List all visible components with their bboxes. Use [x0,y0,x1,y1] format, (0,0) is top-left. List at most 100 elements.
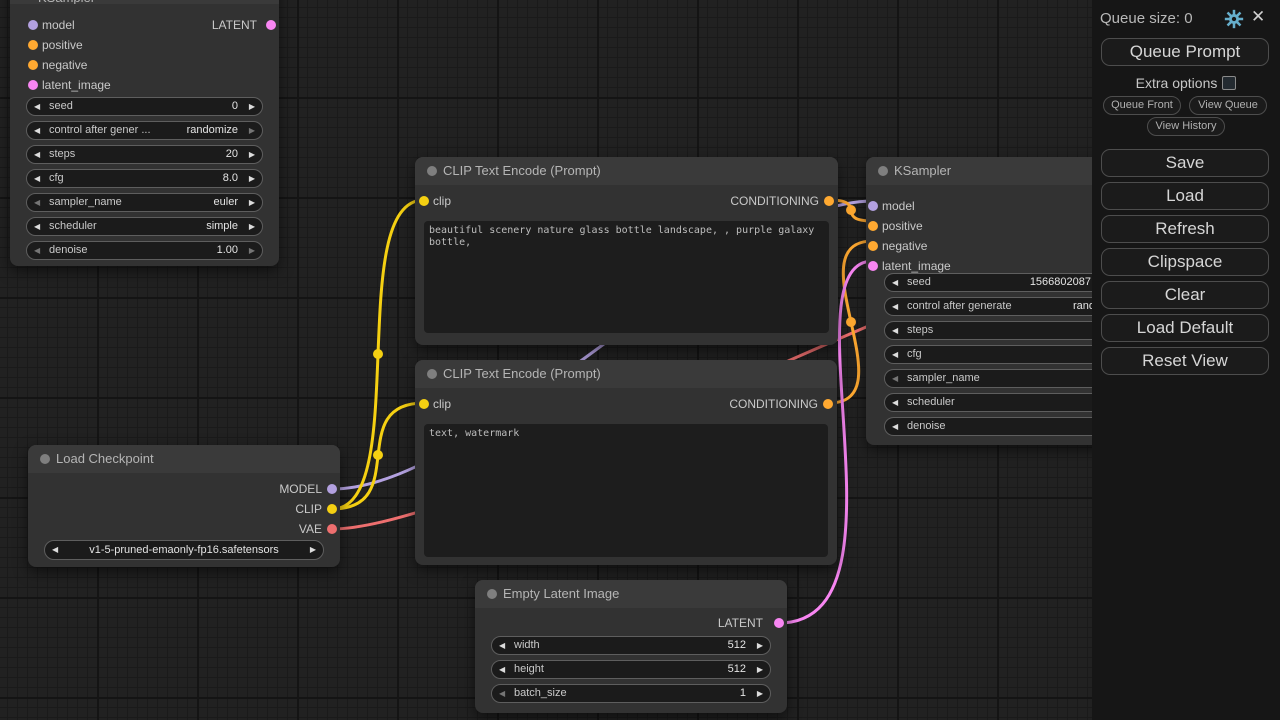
port-dot[interactable] [327,504,337,514]
load-button[interactable]: Load [1101,182,1269,210]
increment-arrow-icon[interactable]: ▶ [249,98,255,115]
widget-label: sampler_name [907,370,980,387]
widget-value: randomize [187,122,238,139]
widget-label: denoise [49,242,88,259]
widget-steps[interactable]: ◀ steps 20 ▶ [26,145,263,164]
port-dot[interactable] [824,196,834,206]
decrement-arrow-icon[interactable]: ◀ [892,346,898,363]
increment-arrow-icon[interactable]: ▶ [757,637,763,654]
next-arrow-icon[interactable]: ▶ [310,541,316,559]
increment-arrow-icon[interactable]: ▶ [249,242,255,259]
node-titlebar[interactable]: Empty Latent Image [475,580,787,608]
decrement-arrow-icon[interactable]: ◀ [34,170,40,187]
queue-prompt-button[interactable]: Queue Prompt [1101,38,1269,66]
widget-label: denoise [907,418,946,435]
decrement-arrow-icon[interactable]: ◀ [34,98,40,115]
port-dot[interactable] [868,221,878,231]
view-history-button[interactable]: View History [1147,117,1225,136]
link-midpoint-dot [846,317,856,327]
collapse-dot-icon[interactable] [878,166,888,176]
widget-label: steps [49,146,75,163]
port-dot[interactable] [266,20,276,30]
decrement-arrow-icon[interactable]: ◀ [34,122,40,139]
widget-denoise[interactable]: ◀ denoise 1.00 ▶ [26,241,263,260]
port-dot[interactable] [28,60,38,70]
link-midpoint-dot [373,349,383,359]
port-dot[interactable] [868,261,878,271]
node-titlebar[interactable]: CLIP Text Encode (Prompt) [415,360,837,388]
widget-height[interactable]: ◀ height 512 ▶ [491,660,771,679]
decrement-arrow-icon[interactable]: ◀ [892,370,898,387]
widget-ckpt-name[interactable]: ◀ v1-5-pruned-emaonly-fp16.safetensors ▶ [44,540,324,560]
save-button[interactable]: Save [1101,149,1269,177]
node-titlebar[interactable]: KSampler [10,0,279,4]
settings-gear-icon[interactable] [1224,9,1244,29]
reset-view-button[interactable]: Reset View [1101,347,1269,375]
port-dot[interactable] [327,524,337,534]
port-dot[interactable] [28,40,38,50]
port-dot[interactable] [28,80,38,90]
widget-control-after-generate[interactable]: ◀ control after gener ... randomize ▶ [26,121,263,140]
widget-value: 8.0 [223,170,238,187]
widget-value: 512 [728,661,746,678]
decrement-arrow-icon[interactable]: ◀ [892,394,898,411]
widget-label: control after gener ... [49,122,151,139]
clipspace-button[interactable]: Clipspace [1101,248,1269,276]
decrement-arrow-icon[interactable]: ◀ [34,242,40,259]
output-port-latent: LATENT [475,613,763,633]
collapse-dot-icon[interactable] [487,589,497,599]
increment-arrow-icon[interactable]: ▶ [249,218,255,235]
collapse-dot-icon[interactable] [40,454,50,464]
decrement-arrow-icon[interactable]: ◀ [892,322,898,339]
port-dot[interactable] [327,484,337,494]
increment-arrow-icon[interactable]: ▶ [757,685,763,702]
increment-arrow-icon[interactable]: ▶ [757,661,763,678]
view-queue-button[interactable]: View Queue [1189,96,1267,115]
output-port-conditioning: CONDITIONING [415,394,818,414]
node-graph-canvas[interactable]: KSampler model LATENT positive negative … [0,0,1280,720]
decrement-arrow-icon[interactable]: ◀ [499,637,505,654]
increment-arrow-icon[interactable]: ▶ [249,170,255,187]
prompt-textarea[interactable]: beautiful scenery nature glass bottle la… [424,221,829,333]
widget-label: scheduler [907,394,955,411]
increment-arrow-icon[interactable]: ▶ [249,146,255,163]
decrement-arrow-icon[interactable]: ◀ [34,218,40,235]
queue-front-button[interactable]: Queue Front [1103,96,1181,115]
port-dot[interactable] [774,618,784,628]
input-port-model: model [866,196,1086,216]
prompt-textarea[interactable]: text, watermark [424,424,828,557]
widget-value: 0 [232,98,238,115]
output-port-conditioning: CONDITIONING [415,191,819,211]
port-dot[interactable] [868,201,878,211]
widget-batch-size[interactable]: ◀ batch_size 1 ▶ [491,684,771,703]
close-icon[interactable]: ✕ [1251,7,1265,27]
widget-sampler-name[interactable]: ◀ sampler_name euler ▶ [26,193,263,212]
port-label: LATENT [212,18,257,32]
port-label: positive [42,38,83,52]
port-label: negative [882,239,927,253]
widget-width[interactable]: ◀ width 512 ▶ [491,636,771,655]
decrement-arrow-icon[interactable]: ◀ [34,146,40,163]
extra-options-checkbox[interactable] [1222,76,1236,90]
widget-cfg[interactable]: ◀ cfg 8.0 ▶ [26,169,263,188]
decrement-arrow-icon[interactable]: ◀ [892,418,898,435]
port-dot[interactable] [823,399,833,409]
collapse-dot-icon[interactable] [427,369,437,379]
clear-button[interactable]: Clear [1101,281,1269,309]
increment-arrow-icon[interactable]: ▶ [249,122,255,139]
decrement-arrow-icon[interactable]: ◀ [34,194,40,211]
widget-scheduler[interactable]: ◀ scheduler simple ▶ [26,217,263,236]
load-default-button[interactable]: Load Default [1101,314,1269,342]
collapse-dot-icon[interactable] [427,166,437,176]
decrement-arrow-icon[interactable]: ◀ [499,661,505,678]
comfy-menu-panel: Queue size: 0 ✕ Queue Prompt Extra optio… [1092,0,1280,720]
widget-value: simple [206,218,238,235]
port-dot[interactable] [868,241,878,251]
node-titlebar[interactable]: Load Checkpoint [28,445,340,473]
increment-arrow-icon[interactable]: ▶ [249,194,255,211]
widget-seed[interactable]: ◀ seed 0 ▶ [26,97,263,116]
decrement-arrow-icon[interactable]: ◀ [499,685,505,702]
refresh-button[interactable]: Refresh [1101,215,1269,243]
node-titlebar[interactable]: CLIP Text Encode (Prompt) [415,157,838,185]
widget-value: 512 [728,637,746,654]
